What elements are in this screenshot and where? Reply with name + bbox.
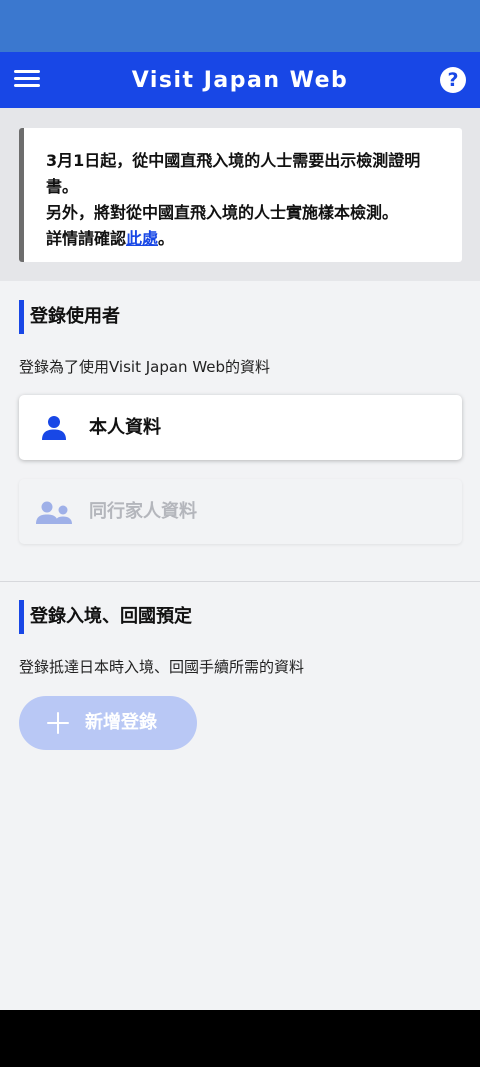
help-button[interactable]: ? xyxy=(440,67,466,93)
menu-icon xyxy=(14,70,40,73)
system-navigation-bar xyxy=(0,1010,480,1067)
plus-icon xyxy=(47,712,69,734)
notice-line-3: 詳情請確認此處。 xyxy=(46,226,442,252)
notice-banner: 3月1日起，從中國直飛入境的人士需要出示檢測證明書。 另外，將對從中國直飛入境的… xyxy=(19,128,462,262)
group-icon xyxy=(36,501,72,524)
notice-line-1: 3月1日起，從中國直飛入境的人士需要出示檢測證明書。 xyxy=(46,151,421,196)
app-title: Visit Japan Web xyxy=(131,67,349,93)
app-bar: Visit Japan Web ? xyxy=(0,52,480,108)
entry-section-title: 登錄入境、回國預定 xyxy=(19,600,192,634)
notice-line-2: 另外，將對從中國直飛入境的人士實施樣本檢測。 xyxy=(46,203,399,222)
family-info-card[interactable]: 同行家人資料 xyxy=(19,479,462,544)
notice-line-3-prefix: 詳情請確認 xyxy=(46,229,127,248)
notice-line-3-suffix: 。 xyxy=(158,229,175,248)
family-info-label: 同行家人資料 xyxy=(89,501,197,522)
entry-section-description: 登錄抵達日本時入境、回國手續所需的資料 xyxy=(19,658,305,676)
notice-details-link[interactable]: 此處 xyxy=(126,229,158,248)
my-info-card[interactable]: 本人資料 xyxy=(19,395,462,460)
user-section-title: 登錄使用者 xyxy=(19,300,120,334)
notice-area: 3月1日起，從中國直飛入境的人士需要出示檢測證明書。 另外，將對從中國直飛入境的… xyxy=(0,108,480,281)
person-icon xyxy=(42,416,66,440)
my-info-label: 本人資料 xyxy=(89,417,161,438)
add-registration-label: 新增登錄 xyxy=(85,712,157,733)
status-bar xyxy=(0,0,480,52)
section-divider xyxy=(0,581,480,582)
add-registration-button[interactable]: 新增登錄 xyxy=(19,696,197,750)
user-section-description: 登錄為了使用Visit Japan Web的資料 xyxy=(19,358,271,376)
menu-button[interactable] xyxy=(14,66,40,94)
